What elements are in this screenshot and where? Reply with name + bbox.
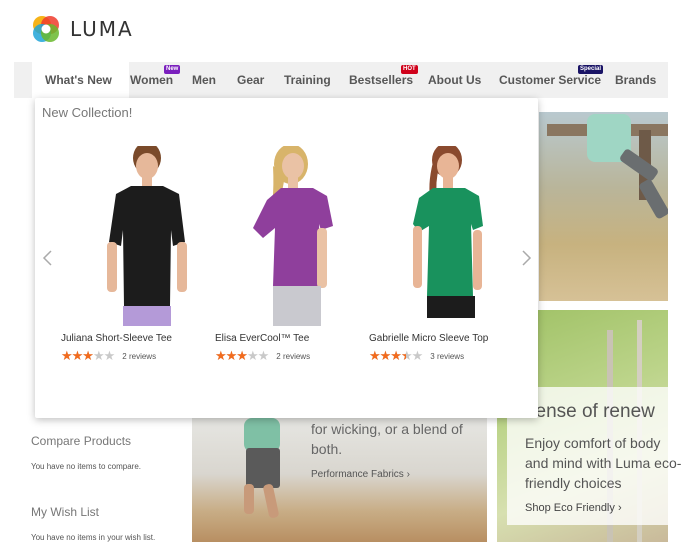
product-image-juliana-tee[interactable] xyxy=(61,146,211,326)
rating-stars: ★★★★★ ★★★★★ xyxy=(61,348,115,363)
review-count-link[interactable]: 2 reviews xyxy=(276,352,310,361)
nav-item-label: Gear xyxy=(237,73,265,87)
product-rating: ★★★★★ ★★★★★ 2 reviews xyxy=(61,349,156,363)
chevron-right-icon: › xyxy=(617,502,622,514)
special-badge: Special xyxy=(578,65,604,74)
rating-fill: ★★★★★ xyxy=(61,349,93,363)
nav-item-label: Bestsellers xyxy=(349,73,414,87)
product-name[interactable]: Elisa EverCool™ Tee xyxy=(215,333,309,344)
review-count-link[interactable]: 2 reviews xyxy=(122,352,156,361)
runner-torso xyxy=(244,418,280,452)
hot-badge: HOT xyxy=(401,65,418,74)
new-badge: New xyxy=(164,65,181,74)
nav-item-bestsellers[interactable]: Bestsellers HOT xyxy=(349,62,418,98)
wish-list-title: My Wish List xyxy=(31,505,100,519)
product-name[interactable]: Juliana Short-Sleeve Tee xyxy=(61,333,172,344)
compare-products-title: Compare Products xyxy=(31,434,132,448)
nav-item-whats-new[interactable]: What's New xyxy=(32,62,129,98)
nav-item-gear[interactable]: Gear xyxy=(237,62,264,98)
store-logo[interactable]: LUMA xyxy=(31,14,134,44)
rating-stars: ★★★★★ ★★★★★ xyxy=(369,348,423,363)
product-name[interactable]: Gabrielle Micro Sleeve Top xyxy=(369,333,488,344)
runner-leg xyxy=(262,483,280,519)
wish-list-empty-message: You have no items in your wish list. xyxy=(31,533,156,542)
compare-empty-message: You have no items to compare. xyxy=(31,462,141,471)
performance-promo-text: for wicking, or a blend of both. xyxy=(311,421,463,457)
dropdown-title: New Collection! xyxy=(42,105,133,120)
nav-item-label: Brands xyxy=(615,73,657,87)
nav-item-brands[interactable]: Brands xyxy=(615,62,656,98)
chevron-left-icon[interactable] xyxy=(41,250,55,266)
rating-fill: ★★★★★ xyxy=(369,349,406,363)
rating-stars: ★★★★★ ★★★★★ xyxy=(215,348,269,363)
luma-logo-icon xyxy=(33,16,59,42)
new-collection-dropdown: New Collection! Juliana Short-Sleeve Tee… xyxy=(35,98,538,418)
nav-item-label: About Us xyxy=(428,73,482,87)
chevron-right-icon: › xyxy=(406,469,410,480)
eco-promo-text: Enjoy comfort of body and mind with Luma… xyxy=(525,435,682,491)
nav-item-label: Women xyxy=(130,73,174,87)
product-rating: ★★★★★ ★★★★★ 2 reviews xyxy=(215,349,310,363)
runner-shorts xyxy=(246,448,280,488)
nav-item-men[interactable]: Men xyxy=(192,62,216,98)
nav-item-women[interactable]: Women New xyxy=(130,62,181,98)
nav-item-label: Men xyxy=(192,73,216,87)
nav-item-about-us[interactable]: About Us xyxy=(428,62,481,98)
performance-link-label: Performance Fabrics xyxy=(311,469,404,480)
shop-eco-friendly-link[interactable]: Shop Eco Friendly › xyxy=(525,502,622,514)
review-count-link[interactable]: 3 reviews xyxy=(430,352,464,361)
nav-item-training[interactable]: Training xyxy=(284,62,331,98)
brand-name: LUMA xyxy=(70,17,134,41)
product-rating: ★★★★★ ★★★★★ 3 reviews xyxy=(369,349,464,363)
product-image-elisa-evercool-tee[interactable] xyxy=(215,146,365,326)
nav-item-label: Training xyxy=(284,73,331,87)
eco-link-label: Shop Eco Friendly xyxy=(525,502,615,514)
nav-item-label: What's New xyxy=(45,73,112,87)
nav-item-customer-service[interactable]: Customer Service Special xyxy=(499,62,604,98)
hero-image-fitness xyxy=(539,112,668,301)
runner-leg xyxy=(244,484,254,514)
rating-fill: ★★★★★ xyxy=(215,349,247,363)
eco-promo-title: sense of renew xyxy=(526,401,655,422)
chevron-right-icon[interactable] xyxy=(519,250,533,266)
nav-item-label: Customer Service xyxy=(499,73,602,87)
product-image-gabrielle-micro-sleeve-top[interactable] xyxy=(369,146,519,326)
performance-fabrics-link[interactable]: Performance Fabrics › xyxy=(311,469,410,480)
main-navigation: What's New Women New Men Gear Training B… xyxy=(14,62,668,98)
